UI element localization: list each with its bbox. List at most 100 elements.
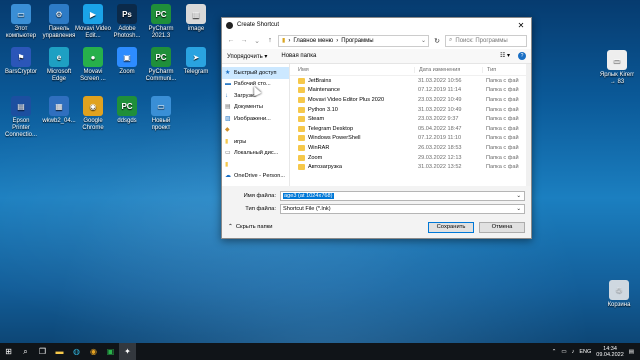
windows-start-icon[interactable]: ⊞ — [0, 343, 17, 360]
desktop-icon[interactable]: ♲ Корзина — [601, 280, 637, 309]
app-icon: e — [49, 47, 69, 67]
docs-icon: ▤ — [225, 104, 231, 111]
app-icon: ▭ — [607, 50, 627, 70]
address-row: ← → ⌄ ↑ ▮ › Главное меню › Программы ⌄ ↻… — [222, 32, 531, 49]
file-row[interactable]: Telegram Desktop 05.04.2022 18:47 Папка с … — [290, 124, 531, 134]
desktop-icon-label: PyCharm 2021.3 — [148, 26, 174, 39]
desktop-icon[interactable]: ▣ Zoom — [109, 47, 145, 76]
help-icon[interactable]: ? — [518, 52, 526, 60]
column-header: Имя Дата изменения Тип — [290, 64, 531, 76]
nav-item[interactable]: ☁ OneDrive - Person... — [222, 171, 289, 183]
desktop-icon[interactable]: ▦ image — [178, 4, 214, 33]
desktop-icon[interactable]: ◉ Google Chrome — [75, 96, 111, 132]
language-indicator[interactable]: ENG — [579, 349, 591, 355]
folder-icon — [298, 96, 305, 103]
refresh-icon[interactable]: ↻ — [432, 37, 442, 45]
edge-icon[interactable]: ◍ — [68, 343, 85, 360]
file-row[interactable]: Steam 23.03.2022 9:37 Папка с фай — [290, 114, 531, 124]
file-explorer-icon[interactable]: ▬ — [51, 343, 68, 360]
task-view-icon[interactable]: ❐ — [34, 343, 51, 360]
cloud-icon: ☁ — [225, 173, 231, 180]
desktop-icon[interactable]: ▭ Новый проект — [143, 96, 179, 132]
address-dropdown-icon[interactable]: ⌄ — [421, 37, 428, 44]
app-icon: ➤ — [186, 47, 206, 67]
app-running-icon[interactable]: ✦ — [119, 343, 136, 360]
desktop-icon[interactable]: PC ddsgds — [109, 96, 145, 125]
desktop-icon[interactable]: ⚙ Панель управления — [41, 4, 77, 40]
nav-item[interactable]: ◆ — [222, 125, 289, 137]
file-row[interactable]: Maintenance 07.12.2019 11:14 Папка с фай — [290, 86, 531, 96]
column-date[interactable]: Дата изменения — [414, 66, 482, 73]
filename-row: Имя файла: age3 (at 1024x768) ⌄ — [228, 189, 525, 202]
filetype-select[interactable]: Shortcut File (*.lnk) ⌄ — [280, 203, 525, 214]
desktop-icon[interactable]: e Microsoft Edge — [41, 47, 77, 83]
filename-input[interactable]: age3 (at 1024x768) ⌄ — [280, 190, 525, 201]
desktop-icon[interactable]: Ps Adobe Photosh... — [109, 4, 145, 40]
column-type[interactable]: Тип — [482, 66, 531, 73]
pycharm-icon[interactable]: ▣ — [102, 343, 119, 360]
desktop-icon-label: Zoom — [119, 69, 135, 75]
desktop-icon[interactable]: ➤ Telegram — [178, 47, 214, 76]
desktop-icon-label: wkwb2_04... — [42, 118, 76, 124]
breadcrumb-main-menu[interactable]: Главное меню — [293, 38, 333, 44]
app-icon — [226, 21, 233, 29]
file-row[interactable]: Movavi Video Editor Plus 2020 23.03.2022 … — [290, 95, 531, 105]
up-arrow-icon[interactable]: ↑ — [265, 37, 275, 44]
desktop-icon[interactable]: ▤ Epson Printer Connectio... — [3, 96, 39, 139]
chrome-icon[interactable]: ◉ — [85, 343, 102, 360]
save-button[interactable]: Сохранить — [428, 221, 474, 233]
scrollbar[interactable] — [526, 64, 531, 186]
desktop-icon-label: Ярлык Kirerr → 83 — [599, 72, 635, 85]
desktop-icon[interactable]: PC PyCharm 2021.3 — [143, 4, 179, 40]
hide-folders-toggle[interactable]: ⌃ Скрыть папки — [228, 224, 273, 230]
desktop-icon[interactable]: PC PyCharm Communi... — [143, 47, 179, 83]
column-name[interactable]: Имя — [290, 67, 414, 73]
chevron-up-icon[interactable]: ⌃ — [552, 349, 557, 355]
desktop-icon[interactable]: ● Movavi Screen ... — [75, 47, 111, 83]
chevron-down-icon[interactable]: ⌄ — [252, 37, 262, 45]
search-input[interactable]: ⌕ Поиск: Программы — [445, 34, 527, 47]
nav-item[interactable]: ▮ — [222, 159, 289, 171]
breadcrumb-programs[interactable]: Программы — [341, 38, 373, 44]
folder-icon — [298, 135, 305, 142]
clock[interactable]: 14:34 09.04.2022 — [596, 346, 624, 358]
back-arrow-icon[interactable]: ← — [226, 37, 236, 44]
nav-item[interactable]: ▮ игры — [222, 136, 289, 148]
folder-icon: ▮ — [225, 138, 229, 145]
desktop-icon[interactable]: ⚑ BarsCryptor — [3, 47, 39, 76]
nav-item[interactable]: ▤ Документы — [222, 102, 289, 114]
notification-icon[interactable]: ▤ — [629, 349, 634, 355]
network-icon[interactable]: ▭ — [561, 349, 566, 355]
file-date: 07.12.2019 11:14 — [418, 87, 462, 94]
cancel-button[interactable]: Отмена — [479, 221, 525, 233]
close-icon[interactable]: ✕ — [511, 18, 531, 32]
file-date: 26.03.2022 18:53 — [418, 144, 462, 151]
organize-button[interactable]: Упорядочить ▾ — [227, 53, 267, 60]
file-date: 29.03.2022 12:13 — [418, 154, 462, 161]
file-row[interactable]: Zoom 29.03.2022 12:13 Папка с фай — [290, 153, 531, 163]
desktop-icon[interactable]: ▭ Ярлык Kirerr → 83 — [599, 50, 635, 86]
desktop-icon[interactable]: ▦ wkwb2_04... — [41, 96, 77, 125]
desktop-icon[interactable]: ▶ Movavi Video Edit... — [75, 4, 111, 40]
nav-item[interactable]: ▨ Изображени... — [222, 113, 289, 125]
file-row[interactable]: Windows PowerShell 07.12.2019 11:10 Папка … — [290, 134, 531, 144]
file-row[interactable]: JetBrains 31.03.2022 10:56 Папка с фай — [290, 76, 531, 86]
new-folder-button[interactable]: Новая папка — [281, 53, 316, 59]
forward-arrow-icon[interactable]: → — [239, 37, 249, 44]
file-name: Windows PowerShell — [308, 135, 361, 142]
nav-item[interactable]: ▭ Локальный дис... — [222, 148, 289, 160]
file-row[interactable]: Python 3.10 31.03.2022 10:49 Папка с фай — [290, 105, 531, 115]
file-row[interactable]: Автозагрузка 31.03.2022 13:52 Папка с фай — [290, 162, 531, 172]
download-icon: ↓ — [225, 92, 228, 99]
address-bar[interactable]: ▮ › Главное меню › Программы ⌄ — [278, 34, 429, 47]
app-icon: ◆ — [225, 127, 230, 134]
search-icon[interactable]: ⌕ — [17, 343, 34, 360]
chevron-down-icon[interactable]: ⌄ — [516, 193, 524, 199]
file-name: JetBrains — [308, 77, 332, 84]
desktop-icon[interactable]: ▭ Этот компьютер — [3, 4, 39, 40]
file-row[interactable]: WinRAR 26.03.2022 18:53 Папка с фай — [290, 143, 531, 153]
volume-icon[interactable]: ♪ — [572, 349, 575, 355]
view-options-icon[interactable]: ☷ ▾ — [500, 52, 510, 60]
nav-item[interactable]: ★ Быстрый доступ — [222, 67, 289, 79]
folder-icon — [298, 116, 305, 123]
